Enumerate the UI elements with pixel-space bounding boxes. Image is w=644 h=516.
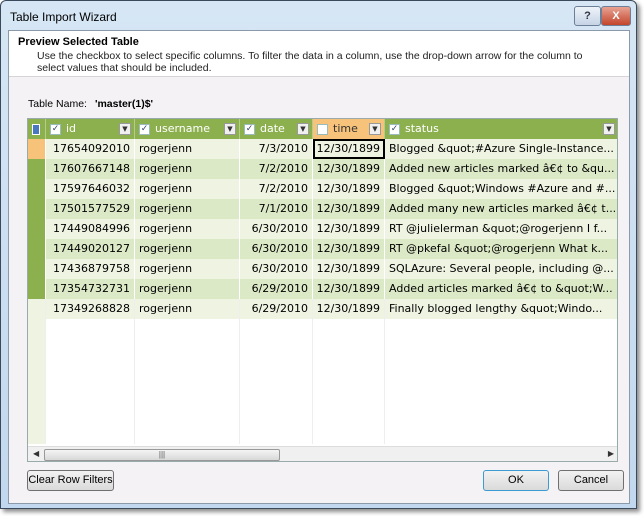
cell-status[interactable]: SQLAzure: Several people, including @... xyxy=(385,259,617,279)
cell-date[interactable]: 7/1/2010 xyxy=(240,199,313,219)
cell-date[interactable]: 6/29/2010 xyxy=(240,279,313,299)
page-title: Preview Selected Table xyxy=(18,36,139,48)
dropdown-arrow-icon[interactable]: ▼ xyxy=(119,123,131,135)
cell-time[interactable]: 12/30/1899 xyxy=(313,159,385,179)
scrollbar-thumb[interactable]: ||| xyxy=(44,449,280,461)
page-description: Use the checkbox to select specific colu… xyxy=(37,50,583,74)
table-name-value: 'master(1)$' xyxy=(94,98,154,110)
table-row[interactable]: 17436879758 rogerjenn 6/30/2010 12/30/1899 S… xyxy=(28,259,617,279)
cell-status[interactable]: Added new articles marked â€¢ to &qu... xyxy=(385,159,617,179)
cell-id[interactable]: 17449084996 xyxy=(46,219,135,239)
dialog-window: Table Import Wizard ? X Preview Selected… xyxy=(0,0,637,509)
select-all-checkbox[interactable] xyxy=(28,119,46,139)
dropdown-arrow-icon[interactable]: ▼ xyxy=(369,123,381,135)
row-header[interactable] xyxy=(28,219,46,239)
cell-date[interactable]: 7/2/2010 xyxy=(240,159,313,179)
cell-date[interactable]: 6/30/2010 xyxy=(240,239,313,259)
column-header-id[interactable]: ✓ id ▼ xyxy=(46,119,135,139)
cell-username[interactable]: rogerjenn xyxy=(135,139,240,159)
cell-time[interactable]: 12/30/1899 xyxy=(313,279,385,299)
cell-date[interactable]: 7/3/2010 xyxy=(240,139,313,159)
cell-username[interactable]: rogerjenn xyxy=(135,219,240,239)
column-label: time xyxy=(333,122,358,135)
dialog-body: Preview Selected Table Use the checkbox … xyxy=(8,30,630,504)
column-label: status xyxy=(405,122,439,135)
help-button[interactable]: ? xyxy=(574,6,601,26)
cell-id[interactable]: 17501577529 xyxy=(46,199,135,219)
cancel-button[interactable]: Cancel xyxy=(558,470,624,491)
row-header[interactable] xyxy=(28,199,46,219)
cell-id[interactable]: 17597646032 xyxy=(46,179,135,199)
row-header[interactable] xyxy=(28,139,46,159)
row-header[interactable] xyxy=(28,239,46,259)
cell-username[interactable]: rogerjenn xyxy=(135,159,240,179)
dropdown-arrow-icon[interactable]: ▼ xyxy=(603,123,615,135)
cell-username[interactable]: rogerjenn xyxy=(135,279,240,299)
column-header-date[interactable]: ✓ date ▼ xyxy=(240,119,313,139)
column-checkbox[interactable]: ✓ xyxy=(139,123,150,135)
scroll-left-icon[interactable]: ◀ xyxy=(33,449,39,458)
empty-grid-area xyxy=(28,299,617,444)
cell-username[interactable]: rogerjenn xyxy=(135,239,240,259)
horizontal-scrollbar[interactable]: ◀ ||| ▶ xyxy=(28,446,617,461)
table-row[interactable]: 17597646032 rogerjenn 7/2/2010 12/30/1899 Bl… xyxy=(28,179,617,199)
ok-button[interactable]: OK xyxy=(483,470,549,491)
clear-row-filters-button[interactable]: Clear Row Filters xyxy=(27,470,114,491)
table-row[interactable]: 17501577529 rogerjenn 7/1/2010 12/30/1899 Ad… xyxy=(28,199,617,219)
scroll-right-icon[interactable]: ▶ xyxy=(608,449,614,458)
cell-id[interactable]: 17607667148 xyxy=(46,159,135,179)
cell-date[interactable]: 7/2/2010 xyxy=(240,179,313,199)
column-header-username[interactable]: ✓ username ▼ xyxy=(135,119,240,139)
cell-date[interactable]: 6/30/2010 xyxy=(240,259,313,279)
column-checkbox[interactable] xyxy=(317,123,328,135)
cell-status[interactable]: RT @julielerman &quot;@rogerjenn I f... xyxy=(385,219,617,239)
column-label: username xyxy=(155,122,210,135)
filter-icon[interactable]: ▼ xyxy=(224,123,236,135)
header-row: ✓ id ▼ ✓ username ▼ ✓ date ▼ time ▼ ✓ status ▼ xyxy=(28,119,617,139)
cell-username[interactable]: rogerjenn xyxy=(135,179,240,199)
table-row[interactable]: 17449020127 rogerjenn 6/30/2010 12/30/1899 R… xyxy=(28,239,617,259)
cell-status[interactable]: Blogged &quot;Windows #Azure and #... xyxy=(385,179,617,199)
close-button[interactable]: X xyxy=(601,6,631,26)
cell-id[interactable]: 17354732731 xyxy=(46,279,135,299)
cell-id[interactable]: 17449020127 xyxy=(46,239,135,259)
table-name-label: Table Name: xyxy=(28,98,87,110)
column-checkbox[interactable]: ✓ xyxy=(50,123,61,135)
cell-date[interactable]: 6/30/2010 xyxy=(240,219,313,239)
cell-status[interactable]: Blogged &quot;#Azure Single-Instance... xyxy=(385,139,617,159)
cell-status[interactable]: Added articles marked â€¢ to &quot;W... xyxy=(385,279,617,299)
cell-time[interactable]: 12/30/1899 xyxy=(313,239,385,259)
cell-username[interactable]: rogerjenn xyxy=(135,259,240,279)
select-all-icon xyxy=(32,123,40,135)
row-header[interactable] xyxy=(28,179,46,199)
table-row[interactable]: 17607667148 rogerjenn 7/2/2010 12/30/1899 Ad… xyxy=(28,159,617,179)
row-header[interactable] xyxy=(28,279,46,299)
column-label: id xyxy=(66,122,77,135)
cell-time[interactable]: 12/30/1899 xyxy=(313,199,385,219)
table-row[interactable]: 17354732731 rogerjenn 6/29/2010 12/30/1899 A… xyxy=(28,279,617,299)
row-header[interactable] xyxy=(28,159,46,179)
table-row[interactable]: 17449084996 rogerjenn 6/30/2010 12/30/1899 R… xyxy=(28,219,617,239)
cell-id[interactable]: 17654092010 xyxy=(46,139,135,159)
column-header-status[interactable]: ✓ status ▼ xyxy=(385,119,617,139)
dropdown-arrow-icon[interactable]: ▼ xyxy=(297,123,309,135)
cell-username[interactable]: rogerjenn xyxy=(135,199,240,219)
cell-id[interactable]: 17436879758 xyxy=(46,259,135,279)
table-name: Table Name: 'master(1)$' xyxy=(28,98,153,110)
row-header[interactable] xyxy=(28,259,46,279)
cell-time[interactable]: 12/30/1899 xyxy=(313,219,385,239)
cell-status[interactable]: RT @pkefal &quot;@rogerjenn What k... xyxy=(385,239,617,259)
window-title: Table Import Wizard xyxy=(10,10,117,24)
cell-time[interactable]: 12/30/1899 xyxy=(313,179,385,199)
column-header-time[interactable]: time ▼ xyxy=(313,119,385,139)
cell-status[interactable]: Added many new articles marked â€¢ t... xyxy=(385,199,617,219)
column-checkbox[interactable]: ✓ xyxy=(389,123,400,135)
table-row[interactable]: 17654092010 rogerjenn 7/3/2010 12/30/1899 Bl… xyxy=(28,139,617,159)
wizard-header: Preview Selected Table Use the checkbox … xyxy=(9,31,629,77)
column-label: date xyxy=(260,122,285,135)
column-checkbox[interactable]: ✓ xyxy=(244,123,255,135)
cell-time[interactable]: 12/30/1899 xyxy=(313,139,385,159)
cell-time[interactable]: 12/30/1899 xyxy=(313,259,385,279)
data-grid: ✓ id ▼ ✓ username ▼ ✓ date ▼ time ▼ ✓ status ▼ 17… xyxy=(27,118,618,462)
